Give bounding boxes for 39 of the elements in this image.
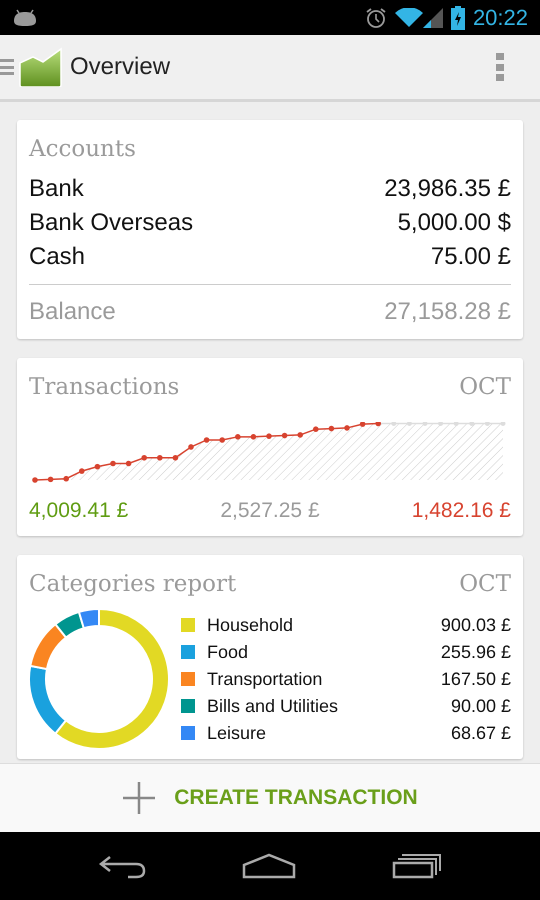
alarm-icon (364, 6, 387, 28)
account-amount: 23,986.35 £ (384, 174, 511, 204)
legend-label: Food (207, 640, 250, 664)
total-amount: 1,482.16 £ (412, 498, 511, 524)
legend-label: Bills and Utilities (207, 694, 340, 718)
signal-icon (422, 8, 443, 28)
total-amount: 2,527.25 £ (220, 498, 320, 524)
clock: 20:22 (472, 4, 528, 32)
android-icon (12, 8, 38, 26)
balance-label: Balance (29, 297, 116, 327)
account-name: Cash (29, 242, 86, 272)
recent-apps-icon[interactable] (392, 853, 442, 879)
legend-label: Transportation (207, 668, 324, 691)
account-amount: 5,000.00 $ (398, 208, 511, 238)
account-name: Bank (29, 174, 84, 204)
total-amount: 4,009.41 £ (29, 498, 128, 524)
home-icon[interactable] (242, 853, 296, 879)
month-label: OCT (459, 373, 511, 402)
month-label: OCT (459, 570, 511, 599)
account-name: Bank Overseas (29, 208, 194, 238)
legend-label: Household (207, 614, 294, 636)
screen-title: Overview (70, 52, 170, 82)
card-title: Categories report (29, 570, 236, 599)
legend-amount: 900.03 £ (440, 614, 511, 636)
account-amount: 75.00 £ (430, 242, 511, 272)
plus-icon (122, 781, 156, 815)
legend-label: Leisure (207, 722, 268, 744)
legend-amount: 68.67 £ (450, 722, 511, 744)
back-icon[interactable] (98, 853, 146, 879)
legend-amount: 90.00 £ (450, 694, 511, 718)
legend-amount: 167.50 £ (440, 668, 511, 690)
balance-amount: 27,158.28 £ (384, 297, 511, 327)
card-title: Accounts (29, 135, 137, 164)
wifi-icon (394, 8, 423, 28)
card-title: Transactions (29, 373, 180, 402)
app-logo-icon[interactable] (19, 47, 63, 87)
legend-amount: 255.96 £ (440, 640, 511, 664)
battery-icon (450, 6, 465, 30)
create-transaction-button[interactable]: CREATE TRANSACTION (0, 763, 540, 832)
